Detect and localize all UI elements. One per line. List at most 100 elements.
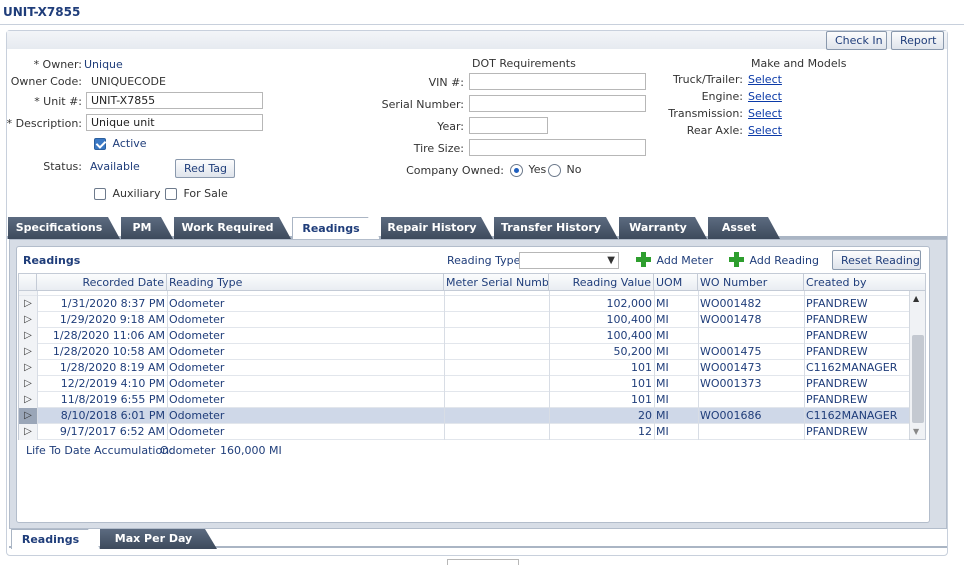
add-reading-button[interactable]: Add Reading xyxy=(729,252,819,270)
no-radio[interactable] xyxy=(548,163,561,177)
cell-recorded-date: 9/17/2017 6:52 AM xyxy=(59,425,165,438)
tab-warranty[interactable]: Warranty xyxy=(619,217,707,239)
active-checkbox-row[interactable]: Active xyxy=(94,137,147,150)
table-row[interactable]: ▷ 1/31/2020 8:37 PM Odometer 102,000 MI WO001… xyxy=(19,296,909,312)
transmission-label: Transmission: xyxy=(668,107,743,120)
col-reading-value[interactable]: Reading Value xyxy=(549,274,654,291)
status-value: Available xyxy=(90,160,140,173)
scroll-up-icon[interactable]: ▲ xyxy=(913,294,919,303)
year-input[interactable] xyxy=(469,117,548,134)
reading-type-select[interactable]: ▼ xyxy=(519,252,619,269)
cell-recorded-date: 8/10/2018 6:01 PM xyxy=(60,409,165,422)
green-plus-icon xyxy=(729,252,744,270)
rear-axle-select-link[interactable]: Select xyxy=(748,124,782,137)
table-row[interactable]: ▷ 1/28/2020 10:58 AM Odometer 50,200 MI WO001… xyxy=(19,344,909,360)
status-label: Status: xyxy=(43,160,82,173)
row-expand-icon[interactable]: ▷ xyxy=(19,408,37,424)
ltd-uom: MI xyxy=(269,444,282,457)
cell-reading-type: Odometer xyxy=(169,329,225,342)
owner-value: Unique xyxy=(84,58,123,71)
reset-reading-button[interactable]: Reset Reading xyxy=(832,250,921,270)
auxiliary-checkbox[interactable] xyxy=(94,188,106,200)
add-reading-label: Add Reading xyxy=(749,254,819,267)
company-owned-label: Company Owned: xyxy=(406,164,504,177)
serial-input[interactable] xyxy=(469,95,646,112)
cell-uom: MI xyxy=(656,377,669,390)
table-row[interactable]: ▷ 1/29/2020 9:18 AM Odometer 100,400 MI WO001… xyxy=(19,312,909,328)
table-row[interactable]: ▷ 12/2/2019 4:10 PM Odometer 101 MI WO001373 P… xyxy=(19,376,909,392)
cell-reading-type: Odometer xyxy=(169,393,225,406)
grid-scrollbar[interactable]: ▲ ▼ xyxy=(909,291,925,439)
cell-meter-serial xyxy=(446,296,547,312)
yes-radio[interactable] xyxy=(510,163,523,177)
scroll-thumb[interactable] xyxy=(912,335,924,423)
row-expand-icon[interactable]: ▷ xyxy=(19,392,37,408)
table-row[interactable]: ▷ 8/10/2018 6:01 PM Odometer 20 MI WO001686 C1… xyxy=(19,408,909,424)
row-expand-icon[interactable]: ▷ xyxy=(19,328,37,344)
cell-reading-type: Odometer xyxy=(169,425,225,438)
yes-label: Yes xyxy=(528,163,547,176)
table-row[interactable]: ▷ 11/8/2019 6:55 PM Odometer 101 MI PFANDREW xyxy=(19,392,909,408)
truck-select-link[interactable]: Select xyxy=(748,73,782,86)
active-checkbox[interactable] xyxy=(94,138,106,150)
reading-type-label: Reading Type xyxy=(447,254,521,267)
tab-work-required[interactable]: Work Required xyxy=(174,217,291,239)
bottom-tab-max-per-day[interactable]: Max Per Day xyxy=(100,529,217,549)
row-expand-icon[interactable]: ▷ xyxy=(19,360,37,376)
transmission-select-link[interactable]: Select xyxy=(748,107,782,120)
check-in-button[interactable]: Check In xyxy=(826,31,887,50)
for-sale-checkbox-row[interactable]: For Sale xyxy=(165,187,228,200)
row-expand-icon[interactable]: ▷ xyxy=(19,344,37,360)
tire-input[interactable] xyxy=(469,139,646,156)
report-button[interactable]: Report xyxy=(891,31,944,50)
green-plus-icon xyxy=(636,252,651,270)
cell-reading-value: 50,200 xyxy=(613,345,653,358)
cell-meter-serial xyxy=(446,360,547,376)
company-owned-yes[interactable]: Yes xyxy=(510,163,546,177)
tab-readings[interactable]: Readings xyxy=(292,217,380,239)
description-input[interactable]: Unique unit xyxy=(86,114,263,131)
owner-code-value: UNIQUECODE xyxy=(91,75,166,88)
owner-label: * Owner: xyxy=(33,58,82,71)
auxiliary-checkbox-row[interactable]: Auxiliary xyxy=(94,187,160,200)
active-label: Active xyxy=(112,137,147,150)
table-row[interactable]: ▷ 1/28/2020 11:06 AM Odometer 100,400 MI PFAN… xyxy=(19,328,909,344)
cell-created-by: PFANDREW xyxy=(806,313,868,326)
col-uom[interactable]: UOM xyxy=(654,274,698,291)
cell-uom: MI xyxy=(656,313,669,326)
row-expand-icon[interactable]: ▷ xyxy=(19,376,37,392)
row-expand-icon[interactable]: ▷ xyxy=(19,296,37,312)
red-tag-button[interactable]: Red Tag xyxy=(175,159,235,178)
make-header: Make and Models xyxy=(751,57,847,70)
engine-select-link[interactable]: Select xyxy=(748,90,782,103)
tab-repair-history[interactable]: Repair History xyxy=(381,217,493,239)
table-row[interactable]: ▷ 1/28/2020 8:19 AM Odometer 101 MI WO001473 C… xyxy=(19,360,909,376)
col-recorded-date[interactable]: Recorded Date xyxy=(37,274,167,291)
cell-reading-type: Odometer xyxy=(169,345,225,358)
cell-uom: MI xyxy=(656,361,669,374)
col-reading-type[interactable]: Reading Type xyxy=(167,274,444,291)
tab-specifications[interactable]: Specifications xyxy=(8,217,120,239)
tab-asset[interactable]: Asset xyxy=(708,217,780,239)
vin-input[interactable] xyxy=(469,73,646,90)
cell-reading-value: 100,400 xyxy=(606,329,653,342)
table-row[interactable]: ▷ 9/17/2017 6:52 AM Odometer 12 MI PFANDREW xyxy=(19,424,909,440)
row-expand-icon[interactable]: ▷ xyxy=(19,312,37,328)
for-sale-label: For Sale xyxy=(183,187,228,200)
cell-created-by: PFANDREW xyxy=(806,297,868,310)
col-wo-number[interactable]: WO Number xyxy=(698,274,804,291)
tab-transfer-history[interactable]: Transfer History xyxy=(494,217,618,239)
unit-input[interactable]: UNIT-X7855 xyxy=(86,92,263,109)
row-expand-icon[interactable]: ▷ xyxy=(19,424,37,440)
cell-wo-number: WO001473 xyxy=(700,361,762,374)
col-created-by[interactable]: Created by xyxy=(804,274,909,291)
company-owned-no[interactable]: No xyxy=(548,163,581,177)
for-sale-checkbox[interactable] xyxy=(165,188,177,200)
add-meter-button[interactable]: Add Meter xyxy=(636,252,713,270)
cell-uom: MI xyxy=(656,393,669,406)
col-meter-serial[interactable]: Meter Serial Number xyxy=(444,274,549,291)
scroll-down-icon[interactable]: ▼ xyxy=(913,427,919,436)
bottom-tab-readings[interactable]: Readings xyxy=(11,529,100,549)
cell-uom: MI xyxy=(656,297,669,310)
cell-reading-type: Odometer xyxy=(169,297,225,310)
